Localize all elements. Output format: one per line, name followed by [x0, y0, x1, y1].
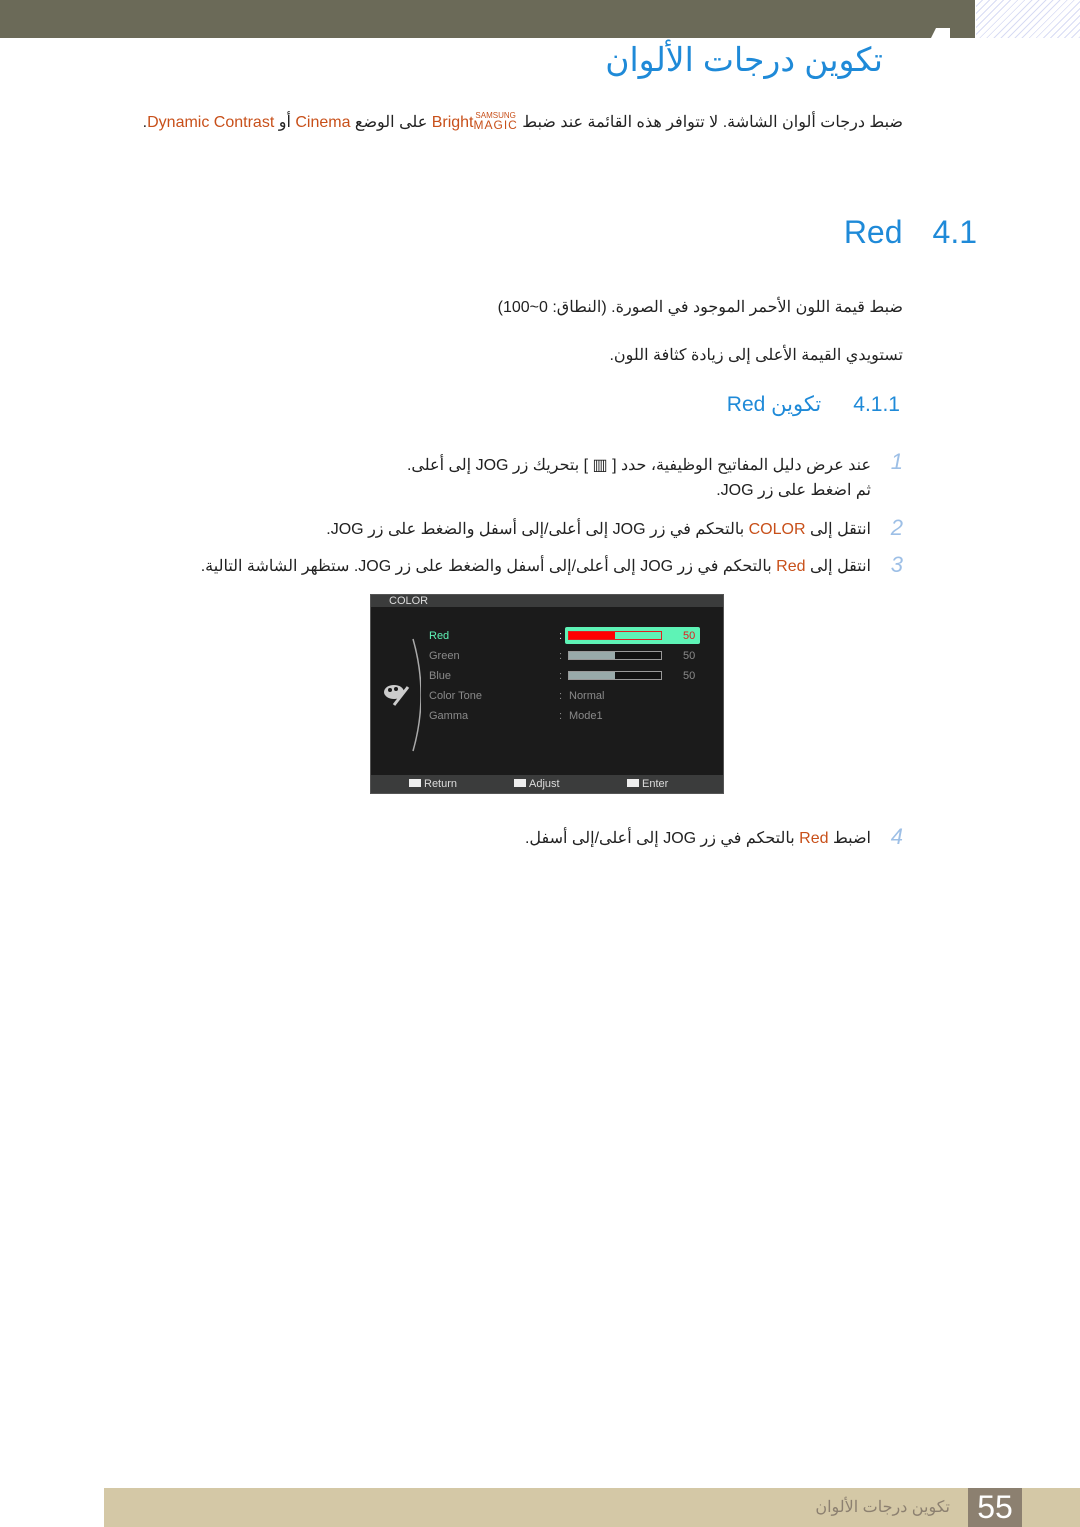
intro-text: ضبط درجات ألوان الشاشة. لا تتوافر هذه ال… — [517, 114, 903, 131]
step-text: ثم اضغط على زر JOG. — [716, 482, 871, 499]
intro-paragraph: ضبط درجات ألوان الشاشة. لا تتوافر هذه ال… — [142, 111, 903, 132]
osd-enter[interactable]: Enter — [627, 775, 668, 793]
step-text: عند عرض دليل المفاتيح الوظيفية، حدد [ ▥ … — [406, 457, 871, 474]
menu-name: Red — [799, 830, 829, 847]
section-desc-2: تستويدي القيمة الأعلى إلى زيادة كثافة ال… — [609, 347, 903, 364]
subsection-heading: 4.1.1 تكوين Red — [727, 392, 900, 417]
palette-icon — [384, 685, 410, 706]
page-title: تكوين درجات الألوان — [605, 41, 883, 78]
intro-text: على الوضع — [350, 114, 432, 131]
osd-return[interactable]: Return — [409, 775, 457, 793]
step-2: 2 انتقل إلى COLOR بالتحكم في زر JOG إلى … — [326, 515, 903, 540]
osd-title: COLOR — [371, 595, 723, 607]
step-3: 3 انتقل إلى Red بالتحكم في زر JOG إلى أع… — [200, 552, 903, 577]
left-arrow-icon — [409, 779, 421, 787]
osd-color-menu: COLOR Red: 50 Green: 50 Blue: 50 Color T… — [370, 594, 724, 794]
section-number: 4.1 — [932, 214, 977, 250]
section-desc-1: ضبط قيمة اللون الأحمر الموجود في الصورة.… — [497, 299, 903, 316]
osd-footer: Return Adjust Enter — [371, 775, 723, 793]
green-slider[interactable] — [568, 651, 662, 660]
step-number: 4 — [890, 824, 903, 849]
osd-adjust[interactable]: Adjust — [514, 775, 560, 793]
header-hatch — [976, 0, 1080, 38]
red-slider[interactable] — [568, 631, 662, 640]
intro-text: أو — [274, 114, 296, 131]
step-4: 4 اضبط Red بالتحكم في زر JOG إلى أعلى/إل… — [524, 824, 903, 849]
samsung-magic-logo: SAMSUNG MAGIC — [473, 111, 518, 132]
footer-chapter: تكوين درجات الألوان — [815, 1499, 950, 1516]
step-1: 1 عند عرض دليل المفاتيح الوظيفية، حدد [ … — [406, 449, 903, 503]
up-down-icon — [514, 779, 526, 787]
header-bar — [0, 0, 975, 38]
step-number: 1 — [890, 449, 903, 474]
enter-icon — [627, 779, 639, 787]
blue-slider[interactable] — [568, 671, 662, 680]
section-heading: Red 4.1 — [814, 214, 977, 251]
page-number: 55 — [968, 1488, 1022, 1527]
magic-bright: Bright SAMSUNG MAGIC — [431, 111, 518, 132]
subsection-title: تكوين Red — [726, 393, 822, 416]
bright-label: Bright — [431, 114, 474, 131]
step-number: 2 — [890, 515, 903, 540]
dynamic-contrast-label: Dynamic Contrast — [147, 114, 275, 131]
menu-name: Red — [776, 558, 806, 575]
subsection-number: 4.1.1 — [853, 393, 900, 416]
menu-name: COLOR — [748, 521, 806, 538]
section-title: Red — [843, 214, 903, 250]
cinema-label: Cinema — [295, 114, 351, 131]
step-number: 3 — [890, 552, 903, 577]
